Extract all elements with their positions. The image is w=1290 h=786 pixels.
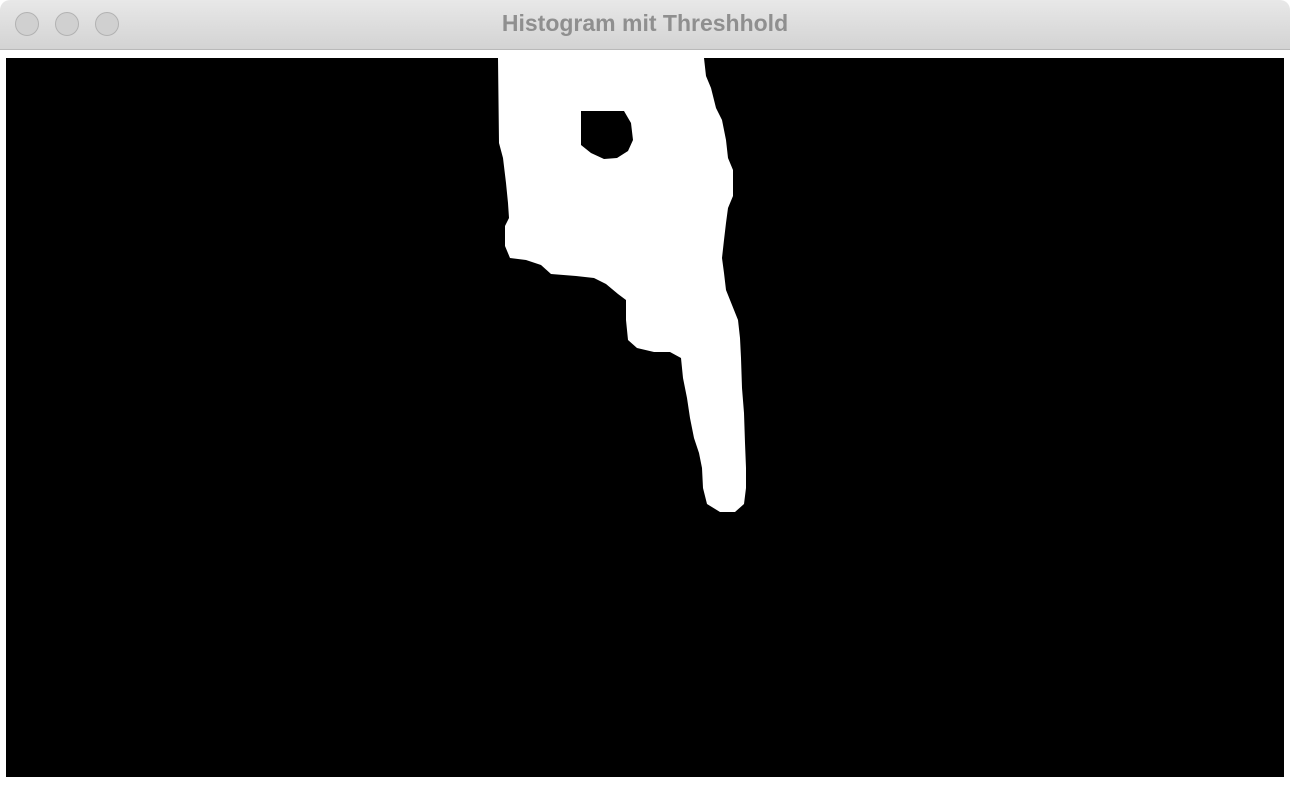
threshold-image [6,58,1284,777]
app-window: Histogram mit Threshhold [0,0,1290,786]
title-bar[interactable]: Histogram mit Threshhold [0,0,1290,50]
threshold-image-view [6,58,1284,777]
window-title: Histogram mit Threshhold [501,10,789,36]
